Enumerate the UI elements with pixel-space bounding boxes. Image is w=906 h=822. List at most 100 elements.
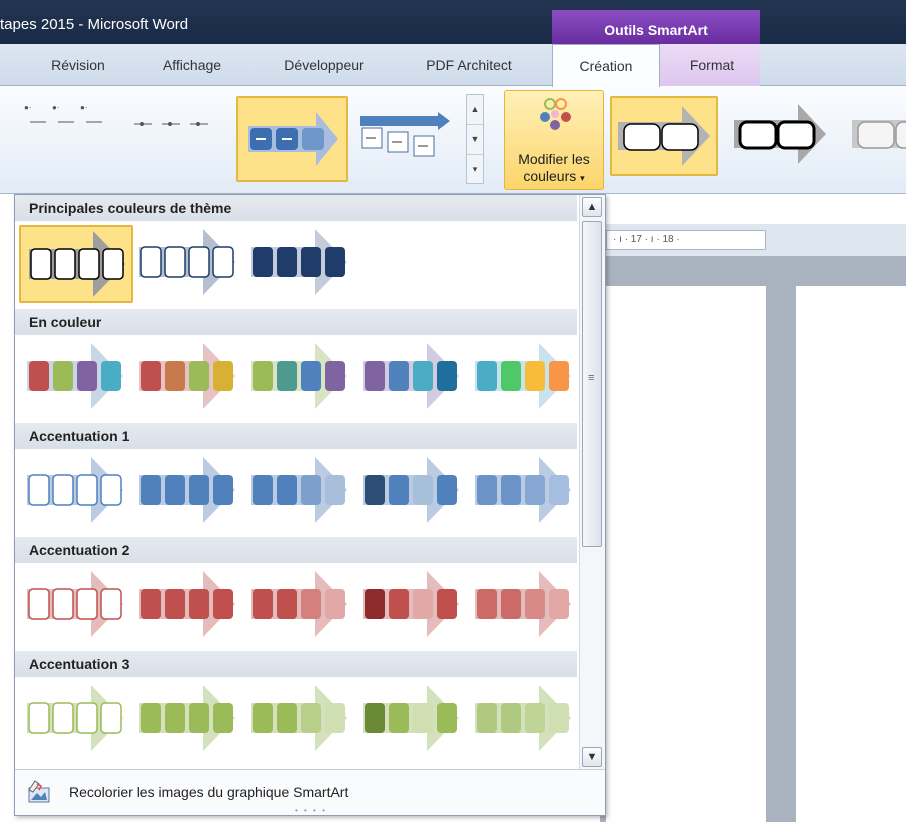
swatch-shape [165,475,185,505]
change-colors-label-2: couleurs [523,168,577,184]
gallery-up-icon[interactable]: ▲ [467,95,483,125]
section-header-accentuation-3: Accentuation 3 [15,651,577,677]
color-option-accentuation-1-4[interactable] [355,453,469,531]
layout-gallery-scroll[interactable]: ▲ ▼ ▾ [466,94,484,184]
swatch-shape [437,361,457,391]
recolor-images-label: Recolorier les images du graphique Smart… [69,784,349,800]
swatch-shape [277,361,297,391]
color-option-en-couleur-3[interactable] [243,339,357,417]
swatch-shape [389,703,409,733]
color-option-accentuation-2-3[interactable] [243,567,357,645]
svg-text:●·: ●· [52,103,60,112]
layout-option-dots-1[interactable]: ●· ●· ●· [22,102,112,142]
swatch-shape [28,702,50,734]
document-page-next[interactable] [796,286,906,822]
title-bar: tapes 2015 - Microsoft Word Outils Smart… [0,0,906,44]
smartart-style-2[interactable] [728,96,836,176]
color-option-accentuation-2-1[interactable] [19,567,133,645]
swatch-shape [30,248,52,280]
swatch-shape [213,361,233,391]
swatch-shape [188,246,210,278]
swatch-shape [437,703,457,733]
color-option-accentuation-3-5[interactable] [467,681,581,759]
swatch-shape [277,589,297,619]
swatch-shape [213,475,233,505]
color-option-principales-couleurs-1[interactable] [19,225,133,303]
gallery-down-icon[interactable]: ▼ [467,125,483,155]
change-colors-dropdown: Principales couleurs de thème En couleur A… [14,194,606,816]
swatch-shape [76,474,98,506]
recolor-images-option[interactable]: Recolorier les images du graphique Smart… [15,769,605,815]
smartart-style-1[interactable] [610,96,718,176]
swatch-shape [549,475,569,505]
layout-option-dots-2[interactable] [132,116,216,136]
color-option-accentuation-3-3[interactable] [243,681,357,759]
color-option-accentuation-1-2[interactable] [131,453,245,531]
ruler-text: · ı · 17 · ı · 18 · [613,234,680,245]
recolor-images-icon [28,780,50,803]
color-palette-icon [540,98,571,130]
swatch-shape [165,361,185,391]
swatch-shape [28,588,50,620]
swatch-shape [325,247,345,277]
tab-creation[interactable]: Création [552,44,660,87]
swatch-shape [77,361,97,391]
section-header-accentuation-2: Accentuation 2 [15,537,577,563]
tab-developpeur[interactable]: Développeur [262,44,386,86]
color-option-accentuation-3-1[interactable] [19,681,133,759]
color-option-en-couleur-1[interactable] [19,339,133,417]
color-option-accentuation-2-4[interactable] [355,567,469,645]
swatch-shape [501,703,521,733]
tab-format[interactable]: Format [664,44,760,86]
tab-revision[interactable]: Révision [32,44,124,86]
color-option-accentuation-2-5[interactable] [467,567,581,645]
document-page[interactable] [606,286,766,822]
swatch-shape [525,361,545,391]
swatch-shape [189,589,209,619]
swatch-shape [365,361,385,391]
color-option-accentuation-3-4[interactable] [355,681,469,759]
color-option-en-couleur-4[interactable] [355,339,469,417]
tab-affichage[interactable]: Affichage [140,44,244,86]
color-option-accentuation-1-5[interactable] [467,453,581,531]
swatch-shape [52,702,74,734]
change-colors-button[interactable]: Modifier les couleurs ▾ [504,90,604,190]
swatch-shape [525,703,545,733]
color-option-en-couleur-5[interactable] [467,339,581,417]
gallery-more-icon[interactable]: ▾ [467,155,483,185]
horizontal-ruler[interactable]: · ı · 17 · ı · 18 · [606,230,766,250]
color-option-accentuation-1-1[interactable] [19,453,133,531]
color-option-principales-couleurs-3[interactable] [243,225,357,303]
gallery-scrollbar[interactable]: ▲ ≡ ▼ [579,195,605,769]
swatch-shape [165,703,185,733]
swatch-shape [413,475,433,505]
layout-option-arrow-lines[interactable] [358,110,454,166]
smartart-style-3[interactable] [846,96,906,176]
scroll-thumb[interactable]: ≡ [582,221,602,547]
tab-pdf-architect[interactable]: PDF Architect [404,44,534,86]
chevron-down-icon: ▾ [580,173,585,183]
color-option-accentuation-3-2[interactable] [131,681,245,759]
swatch-shape [29,361,49,391]
swatch-shape [189,475,209,505]
color-option-principales-couleurs-2[interactable] [131,225,245,303]
scroll-up-icon[interactable]: ▲ [582,197,602,217]
swatch-shape [413,589,433,619]
scroll-down-icon[interactable]: ▼ [582,747,602,767]
swatch-shape [253,247,273,277]
swatch-shape [301,589,321,619]
swatch-shape [212,246,234,278]
swatch-shape [277,475,297,505]
color-option-en-couleur-2[interactable] [131,339,245,417]
layout-option-arrow-selected[interactable] [236,96,348,182]
swatch-shape [477,475,497,505]
resize-grip-icon[interactable]: • • • • [295,806,327,815]
swatch-shape [301,361,321,391]
color-option-accentuation-1-3[interactable] [243,453,357,531]
swatch-shape [325,589,345,619]
section-header-accentuation-1: Accentuation 1 [15,423,577,449]
swatch-shape [213,589,233,619]
color-option-accentuation-2-2[interactable] [131,567,245,645]
swatch-shape [477,703,497,733]
swatch-shape [100,702,122,734]
